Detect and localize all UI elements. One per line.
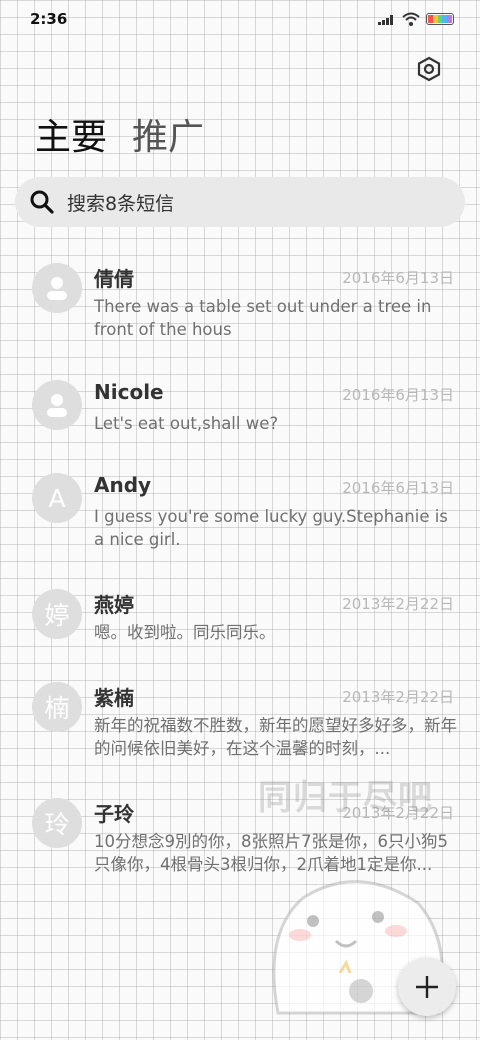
settings-button[interactable] [416, 56, 442, 82]
person-icon [47, 394, 67, 417]
avatar-letter: 楠 [44, 694, 70, 723]
message-preview: There was a table set out under a tree i… [94, 297, 432, 339]
message-date: 2013年2月22日 [342, 688, 454, 706]
search-placeholder: 搜索8条短信 [67, 192, 175, 215]
new-message-button[interactable] [398, 958, 456, 1016]
message-preview: I guess you're some lucky guy.Stephanie … [94, 507, 448, 549]
conversation-item[interactable]: A Andy 2016年6月13日 I guess you're some lu… [0, 473, 480, 563]
settings-hexagon-icon [417, 56, 441, 82]
contact-name: Nicole [94, 380, 164, 404]
contact-name: 紫楠 [94, 686, 134, 710]
status-icons [378, 12, 454, 26]
contact-avatar [32, 263, 82, 313]
contact-name: Andy [94, 473, 152, 497]
search-icon [30, 190, 54, 214]
conversation-item[interactable]: 玲 子玲 2013年2月22日 10分想念9別的你，8张照片7张是你，6只小狗5… [0, 798, 480, 888]
message-date: 2016年6月13日 [342, 269, 454, 287]
contact-name: 子玲 [94, 802, 134, 826]
contact-name: 燕婷 [94, 593, 134, 617]
message-date: 2016年6月13日 [342, 479, 454, 497]
person-icon [47, 277, 67, 300]
plus-icon [416, 976, 438, 998]
signal-icon [378, 15, 393, 25]
conversation-item[interactable]: 婷 燕婷 2013年2月22日 嗯。收到啦。同乐同乐。 [0, 589, 480, 659]
message-preview: 嗯。收到啦。同乐同乐。 [94, 623, 276, 642]
avatar-letter: 玲 [44, 810, 70, 839]
message-date: 2016年6月13日 [342, 386, 454, 404]
contact-avatar: 玲 [32, 798, 82, 848]
contact-avatar: 婷 [32, 589, 82, 639]
contact-avatar: A [32, 473, 82, 523]
message-preview: Let's eat out,shall we? [94, 414, 279, 433]
conversation-item[interactable]: 楠 紫楠 2013年2月22日 新年的祝福数不胜数，新年的愿望好多好多，新年的问… [0, 682, 480, 772]
status-time: 2:36 [30, 10, 68, 28]
message-preview: 新年的祝福数不胜数，新年的愿望好多好多，新年的问候依旧美好，在这个温馨的时刻，.… [94, 716, 457, 758]
avatar-letter: 婷 [44, 601, 70, 630]
contact-avatar [32, 380, 82, 430]
message-preview: 10分想念9別的你，8张照片7张是你，6只小狗5只像你，4根骨头3根归你，2爪着… [94, 832, 448, 874]
contact-name: 倩倩 [94, 267, 134, 291]
battery-icon [426, 13, 454, 25]
conversation-item[interactable]: 倩倩 2016年6月13日 There was a table set out … [0, 263, 480, 353]
contact-avatar: 楠 [32, 682, 82, 732]
tab-promo[interactable]: 推广 [132, 108, 204, 160]
search-bar[interactable]: 搜索8条短信 [15, 177, 465, 227]
conversation-item[interactable]: Nicole 2016年6月13日 Let's eat out,shall we… [0, 380, 480, 450]
message-date: 2013年2月22日 [342, 595, 454, 613]
avatar-letter: A [48, 483, 66, 513]
message-date: 2013年2月22日 [342, 804, 454, 822]
wifi-icon [402, 12, 420, 26]
tab-main[interactable]: 主要 [35, 108, 107, 160]
status-bar: 2:36 [0, 0, 480, 40]
